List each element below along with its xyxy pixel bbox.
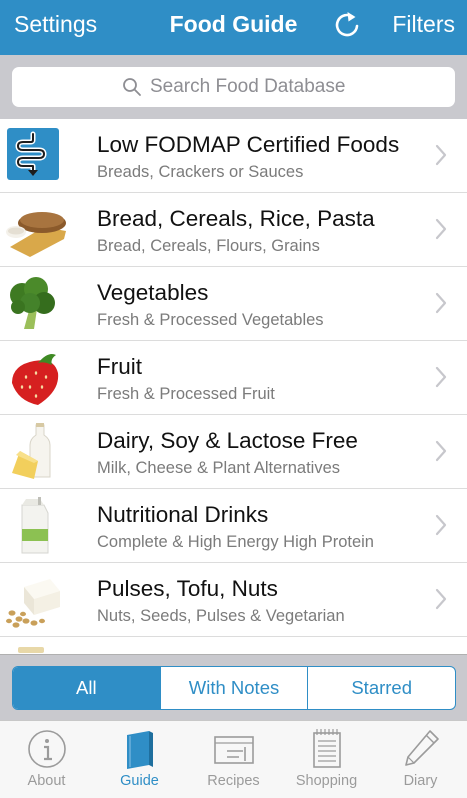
tab-about[interactable]: About bbox=[0, 721, 93, 798]
tab-label: Recipes bbox=[207, 773, 260, 789]
refresh-icon[interactable] bbox=[331, 8, 363, 42]
recipe-card-icon bbox=[214, 736, 254, 764]
info-icon bbox=[28, 730, 66, 768]
chevron-right-icon bbox=[435, 440, 447, 462]
tab-label: About bbox=[27, 773, 66, 789]
tab-diary[interactable]: Diary bbox=[374, 721, 467, 798]
segment-starred[interactable]: Starred bbox=[308, 667, 455, 709]
segment-all[interactable]: All bbox=[13, 667, 161, 709]
chevron-right-icon bbox=[435, 218, 447, 240]
tofu-nuts-icon bbox=[6, 579, 60, 628]
pencil-icon bbox=[405, 730, 439, 766]
low-fodmap-certified-logo bbox=[7, 128, 59, 180]
segment-with-notes[interactable]: With Notes bbox=[161, 667, 309, 709]
book-icon bbox=[127, 731, 153, 769]
search-field[interactable] bbox=[12, 67, 455, 107]
search-input[interactable] bbox=[150, 67, 440, 107]
category-title: Vegetables bbox=[97, 280, 209, 305]
category-row-dairy[interactable]: Dairy, Soy & Lactose Free Milk, Cheese &… bbox=[0, 415, 467, 489]
category-row-low-fodmap-certified[interactable]: Low FODMAP Certified Foods Breads, Crack… bbox=[0, 119, 467, 193]
chevron-right-icon bbox=[435, 366, 447, 388]
category-row-vegetables[interactable]: Vegetables Fresh & Processed Vegetables bbox=[0, 267, 467, 341]
tab-guide[interactable]: Guide bbox=[93, 721, 186, 798]
category-row-pulses-tofu-nuts[interactable]: Pulses, Tofu, Nuts Nuts, Seeds, Pulses &… bbox=[0, 563, 467, 637]
tab-label: Diary bbox=[403, 773, 438, 789]
milk-cheese-icon bbox=[12, 423, 51, 479]
category-title: Low FODMAP Certified Foods bbox=[97, 132, 400, 157]
category-subtitle: Complete & High Energy High Protein bbox=[97, 533, 374, 551]
category-title: Nutritional Drinks bbox=[97, 502, 269, 527]
tab-shopping[interactable]: Shopping bbox=[280, 721, 373, 798]
search-icon bbox=[123, 78, 141, 96]
drink-carton-icon bbox=[21, 497, 49, 554]
settings-button[interactable]: Settings bbox=[14, 11, 97, 38]
bread-icon bbox=[6, 212, 66, 257]
category-subtitle: Nuts, Seeds, Pulses & Vegetarian bbox=[97, 607, 345, 625]
notepad-icon bbox=[313, 729, 341, 768]
partial-food-icon bbox=[18, 647, 44, 653]
broccoli-icon bbox=[10, 277, 55, 329]
chevron-right-icon bbox=[435, 144, 447, 166]
chevron-right-icon bbox=[435, 514, 447, 536]
navigation-bar: Settings Food Guide Filters bbox=[0, 0, 467, 55]
category-subtitle: Bread, Cereals, Flours, Grains bbox=[97, 237, 320, 255]
tab-label: Shopping bbox=[295, 773, 358, 789]
category-subtitle: Fresh & Processed Vegetables bbox=[97, 311, 324, 329]
chevron-right-icon bbox=[435, 292, 447, 314]
filters-button[interactable]: Filters bbox=[392, 11, 455, 38]
chevron-right-icon bbox=[435, 588, 447, 610]
strawberry-icon bbox=[12, 354, 59, 405]
search-bar bbox=[0, 55, 467, 119]
food-category-list: Low FODMAP Certified Foods Breads, Crack… bbox=[0, 119, 467, 654]
category-title: Dairy, Soy & Lactose Free bbox=[97, 428, 358, 453]
category-row-bread-cereals[interactable]: Bread, Cereals, Rice, Pasta Bread, Cerea… bbox=[0, 193, 467, 267]
category-subtitle: Fresh & Processed Fruit bbox=[97, 385, 275, 403]
tab-bar: About Guide Recipes Shopping Diary bbox=[0, 720, 467, 798]
tab-label: Guide bbox=[120, 773, 159, 789]
category-title: Pulses, Tofu, Nuts bbox=[97, 576, 278, 601]
category-title: Bread, Cereals, Rice, Pasta bbox=[97, 206, 375, 231]
category-row-nutritional-drinks[interactable]: Nutritional Drinks Complete & High Energ… bbox=[0, 489, 467, 563]
category-subtitle: Milk, Cheese & Plant Alternatives bbox=[97, 459, 341, 477]
category-row-fruit[interactable]: Fruit Fresh & Processed Fruit bbox=[0, 341, 467, 415]
filter-segment-bar: All With Notes Starred bbox=[0, 654, 467, 720]
filter-segmented-control: All With Notes Starred bbox=[12, 666, 456, 710]
category-row-partial[interactable] bbox=[0, 637, 467, 654]
category-subtitle: Breads, Crackers or Sauces bbox=[97, 163, 304, 181]
tab-recipes[interactable]: Recipes bbox=[187, 721, 280, 798]
category-title: Fruit bbox=[97, 354, 142, 379]
